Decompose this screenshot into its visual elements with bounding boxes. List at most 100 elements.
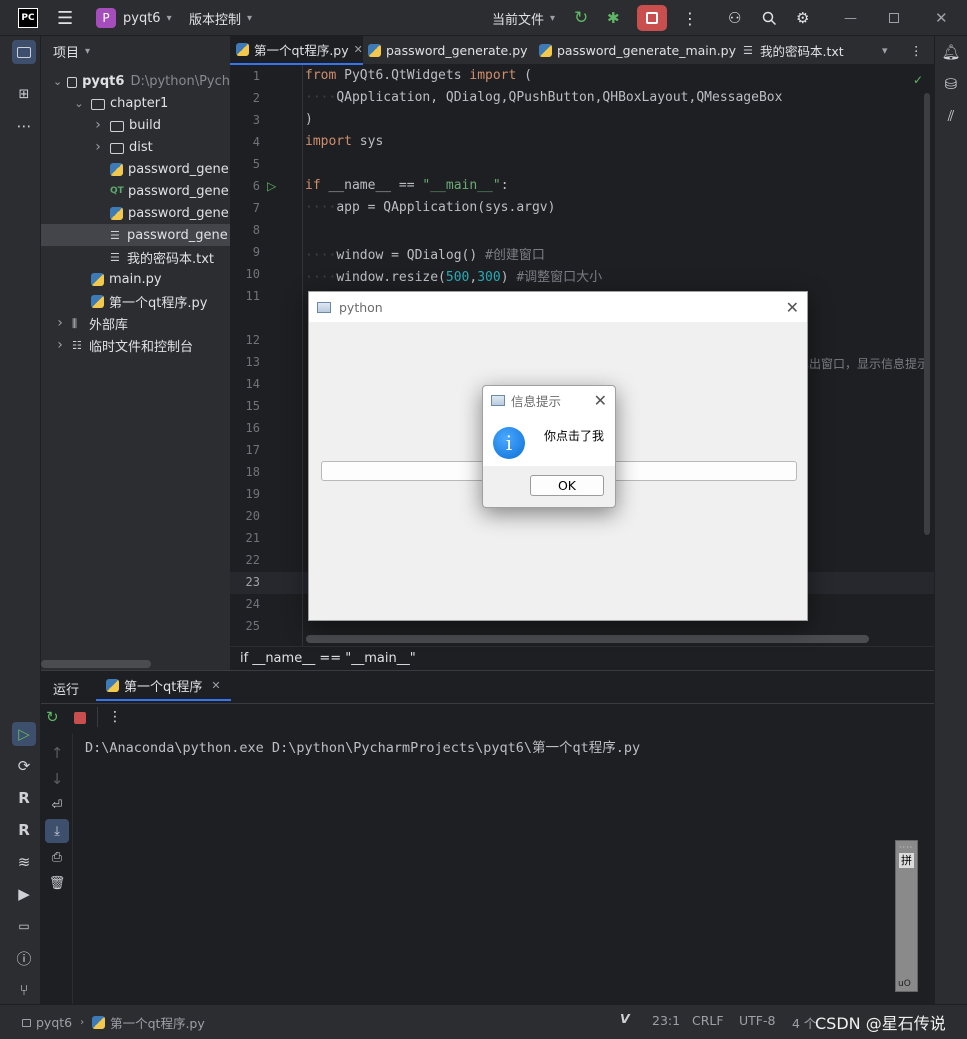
run-tool-icon[interactable]: ▷	[12, 722, 36, 746]
chevron-right-icon[interactable]: ›	[91, 139, 105, 155]
tree-item[interactable]: ☰ password_gene	[41, 224, 230, 246]
status-breadcrumb[interactable]: pyqt6 › 第一个qt程序.py	[22, 1013, 205, 1032]
maximize-icon[interactable]	[889, 0, 899, 36]
tree-item[interactable]: QT password_gene	[41, 180, 230, 202]
stop-button[interactable]	[637, 0, 667, 36]
main-menu-icon[interactable]: ☰	[57, 0, 73, 36]
close-icon[interactable]: ✕	[935, 0, 948, 36]
tree-item[interactable]: › dist	[41, 136, 230, 158]
editor-horizontal-scrollbar[interactable]	[306, 635, 869, 643]
more-actions-icon[interactable]: ⋮	[682, 0, 698, 36]
indent-setting[interactable]: 4 个	[792, 1013, 816, 1032]
rerun-icon[interactable]: ↻	[574, 0, 588, 36]
search-icon[interactable]	[762, 0, 777, 36]
code-line-3: )	[305, 112, 313, 127]
structure-icon[interactable]: ⊞	[12, 82, 36, 106]
arrow-up-icon[interactable]: ↑	[45, 741, 69, 765]
tree-item[interactable]: 第一个qt程序.py	[41, 290, 230, 312]
project-badge: P	[96, 8, 116, 28]
tab-password-generate-main[interactable]: password_generate_main.py	[539, 36, 736, 65]
print-icon[interactable]: ⎙	[45, 845, 69, 869]
tree-item[interactable]: password_gene	[41, 158, 230, 180]
breadcrumb[interactable]: if __name__ == "__main__"	[230, 646, 934, 670]
problems-icon[interactable]: ⓘ	[12, 946, 36, 970]
python-file-icon	[106, 678, 119, 692]
tree-item[interactable]: password_gene	[41, 202, 230, 224]
tree-item[interactable]: ⌄ pyqt6 D:\python\Pych	[41, 70, 230, 92]
chevron-right-icon[interactable]: ›	[53, 337, 67, 353]
code-line-6: if __name__ == "__main__":	[305, 178, 509, 193]
chevron-right-icon[interactable]: ›	[53, 315, 67, 331]
ime-footer: uO	[898, 979, 911, 989]
file-encoding[interactable]: UTF-8	[739, 1013, 775, 1028]
minimize-icon[interactable]: —	[844, 0, 857, 36]
line-number: 7	[252, 201, 260, 215]
code-line-10: ····window.resize(500,300) #调整窗口大小	[305, 270, 603, 285]
gear-icon[interactable]: ⚙	[796, 0, 809, 36]
chevron-down-icon[interactable]: ⌄	[72, 97, 86, 110]
folder-icon	[67, 76, 78, 88]
text-file-icon: ☰	[743, 44, 753, 57]
vertical-scrollbar[interactable]	[924, 93, 930, 535]
tab-first-qt-program[interactable]: 第一个qt程序.py ✕	[230, 36, 363, 65]
tab-list-chevron-icon[interactable]: ▾	[882, 36, 888, 65]
debug-icon[interactable]: ✱	[607, 0, 620, 36]
services-icon[interactable]: ▶	[12, 882, 36, 906]
r-jobs-icon[interactable]: R	[12, 818, 36, 842]
stop-icon[interactable]	[74, 712, 86, 724]
ok-button[interactable]: OK	[530, 475, 604, 496]
r-console-icon[interactable]: R	[12, 786, 36, 810]
tab-password-generate[interactable]: password_generate.py	[368, 36, 528, 65]
cursor-position[interactable]: 23:1	[652, 1013, 680, 1028]
close-icon[interactable]: ✕	[211, 679, 220, 692]
line-number: 6	[252, 179, 260, 193]
tree-item[interactable]: ⌄ chapter1	[41, 92, 230, 114]
more-actions-icon[interactable]: ⋮	[108, 709, 122, 725]
close-icon[interactable]: ✕	[786, 298, 799, 317]
sciview-icon[interactable]: ⫽	[939, 104, 963, 128]
horizontal-scrollbar[interactable]	[41, 660, 151, 668]
tree-item[interactable]: ☰ 我的密码本.txt	[41, 246, 230, 268]
close-icon[interactable]: ✕	[354, 43, 363, 56]
rerun-icon[interactable]: ↻	[46, 708, 59, 726]
python-file-icon	[91, 272, 104, 286]
layers-icon[interactable]: ≋	[12, 850, 36, 874]
scroll-to-end-icon[interactable]: ⤓	[45, 819, 69, 843]
terminal-icon[interactable]: ▭	[12, 914, 36, 938]
tab-password-book[interactable]: ☰ 我的密码本.txt	[743, 36, 844, 65]
vim-icon[interactable]: V	[620, 1011, 630, 1026]
chevron-right-icon[interactable]: ›	[91, 117, 105, 133]
tree-item[interactable]: › build	[41, 114, 230, 136]
trash-icon[interactable]: 🗑︎	[45, 871, 69, 895]
line-separator[interactable]: CRLF	[692, 1013, 724, 1028]
soft-wrap-icon[interactable]: ⏎	[45, 793, 69, 817]
add-user-icon[interactable]: ⚇	[728, 0, 741, 36]
ime-indicator[interactable]: ···· 拼 uO	[895, 840, 918, 992]
more-tools-icon[interactable]: ⋯	[12, 114, 36, 138]
status-file: 第一个qt程序.py	[110, 1016, 205, 1031]
project-switcher[interactable]: P pyqt6 ▾	[96, 0, 172, 36]
run-tab-first-qt-program[interactable]: 第一个qt程序 ✕	[96, 671, 231, 701]
project-panel-header[interactable]: 项目 ▾	[53, 42, 90, 61]
notifications-icon[interactable]: 🔔︎	[939, 40, 963, 64]
project-folder-icon[interactable]	[12, 40, 36, 64]
python-packages-icon[interactable]: ⟳	[12, 754, 36, 778]
tree-item-label: password_gene	[128, 161, 229, 177]
text-file-icon: ☰	[110, 250, 120, 264]
git-icon[interactable]: ⑂	[12, 978, 36, 1002]
run-config-selector[interactable]: 当前文件 ▾	[492, 0, 555, 36]
line-number: 1	[252, 69, 260, 83]
run-gutter-icon[interactable]: ▷	[267, 179, 276, 193]
tab-more-icon[interactable]: ⋮	[910, 36, 923, 65]
python-file-icon	[92, 1016, 106, 1029]
right-tool-bar: 🔔︎ ⛁ ⫽	[934, 36, 967, 1004]
tree-item[interactable]: main.py	[41, 268, 230, 290]
close-icon[interactable]: ✕	[594, 391, 607, 410]
vcs-menu[interactable]: 版本控制 ▾	[189, 0, 252, 36]
tree-item[interactable]: › ⫼ 外部库	[41, 312, 230, 334]
arrow-down-icon[interactable]: ↓	[45, 767, 69, 791]
chevron-down-icon[interactable]: ⌄	[53, 75, 62, 88]
tree-item[interactable]: › ☷ 临时文件和控制台	[41, 334, 230, 356]
qt-ui-file-icon: QT	[110, 186, 124, 196]
database-icon[interactable]: ⛁	[939, 72, 963, 96]
